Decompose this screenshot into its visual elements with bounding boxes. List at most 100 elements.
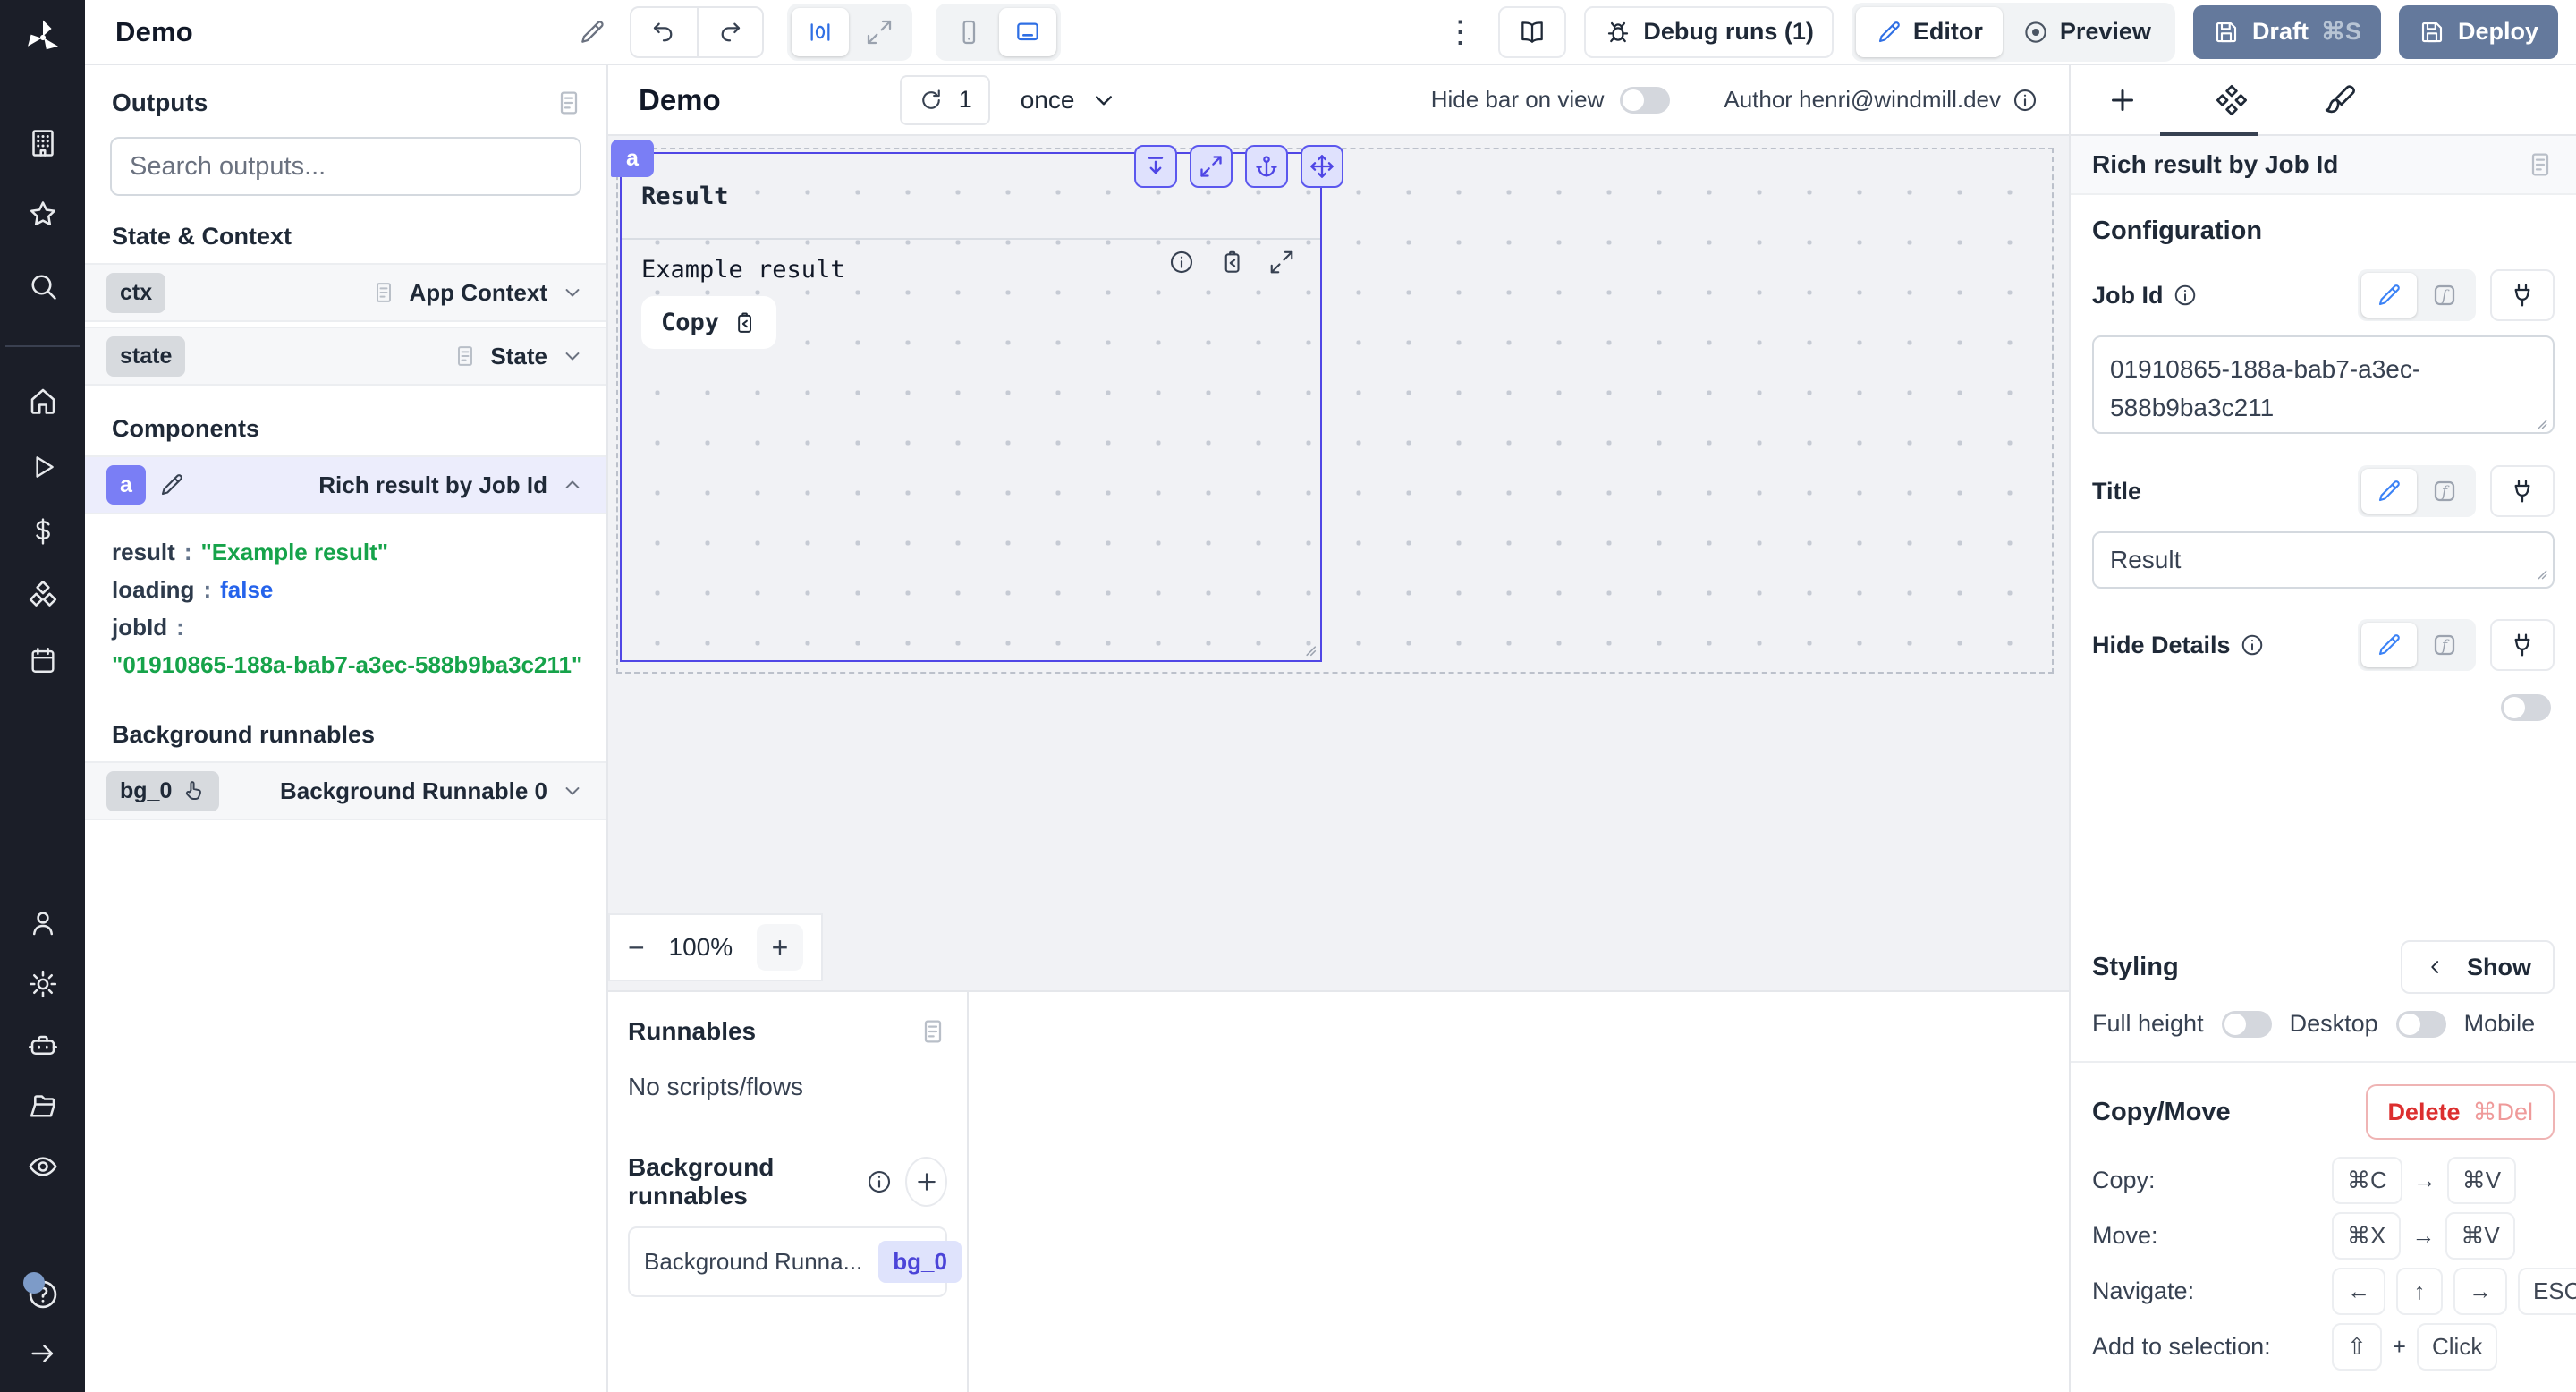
refresh-button[interactable]: 1 [899, 74, 990, 125]
zoom-in-button[interactable]: + [757, 924, 803, 971]
draft-label: Draft [2251, 18, 2309, 45]
more-menu-button[interactable]: ⋮ [1439, 14, 1480, 50]
favorites-icon[interactable] [0, 188, 85, 242]
docs-button[interactable] [1498, 5, 1567, 58]
settings-panel: Rich result by Job Id Configuration Job … [2069, 65, 2576, 1392]
app-grid-container[interactable]: a Result Example result Copy [611, 140, 2054, 674]
runs-icon[interactable] [0, 440, 85, 494]
info-icon[interactable] [866, 1168, 893, 1195]
rich-result-component[interactable]: a Result Example result Copy [611, 140, 1343, 662]
panel-doc-icon[interactable] [2526, 150, 2555, 179]
search-outputs-input[interactable] [130, 151, 562, 182]
eval-mode-button[interactable] [2417, 623, 2472, 667]
key-arrow-up: ↑ [2396, 1267, 2443, 1315]
static-mode-button[interactable] [2361, 469, 2417, 514]
desktop-view-button[interactable] [998, 7, 1056, 56]
eval-mode-button[interactable] [2417, 273, 2472, 318]
configuration-title: Configuration [2092, 216, 2263, 245]
bg0-row[interactable]: bg_0 Background Runnable 0 [85, 761, 606, 821]
info-icon[interactable] [2173, 283, 2198, 308]
arrow-separator: → [2412, 1166, 2436, 1193]
info-icon[interactable] [2012, 87, 2038, 114]
resources-icon[interactable] [0, 569, 85, 623]
background-runnable-item[interactable]: Background Runna... bg_0 [628, 1226, 962, 1297]
folders-icon[interactable] [0, 1079, 85, 1133]
draft-shortcut: ⌘S [2320, 18, 2361, 45]
full-width-layout-button[interactable] [851, 8, 908, 56]
edit-title-icon[interactable] [578, 18, 606, 47]
runnables-empty-text: No scripts/flows [628, 1073, 804, 1100]
chevron-down-icon[interactable] [560, 778, 585, 803]
variables-icon[interactable] [0, 505, 85, 558]
job-id-input[interactable]: 01910865-188a-bab7-a3ec-588b9ba3c211 [2092, 335, 2555, 434]
chevron-up-icon[interactable] [560, 472, 585, 497]
zoom-out-button[interactable]: − [628, 931, 645, 964]
centered-layout-button[interactable] [791, 7, 849, 56]
styling-show-button[interactable]: Show [2401, 940, 2555, 994]
workspace-icon[interactable] [0, 116, 85, 170]
static-mode-button[interactable] [2361, 623, 2417, 667]
workers-icon[interactable] [0, 1018, 85, 1072]
component-resize-handle[interactable] [1299, 639, 1318, 658]
background-runnables-title: Background runnables [112, 721, 376, 749]
title-input[interactable] [2092, 531, 2555, 589]
copy-result-button[interactable]: Copy [641, 296, 777, 349]
divider [2071, 1061, 2576, 1063]
move-handle[interactable] [1301, 145, 1343, 188]
global-styling-tab[interactable] [2316, 83, 2366, 117]
fullscreen-icon[interactable] [1268, 249, 1295, 276]
outputs-panel: Outputs State & Context ctx App Context … [85, 65, 608, 1392]
home-icon[interactable] [0, 374, 85, 428]
expand-down-handle[interactable] [1134, 145, 1177, 188]
mobile-view-button[interactable] [940, 8, 997, 56]
component-settings-tab[interactable] [2207, 83, 2257, 117]
help-icon[interactable] [0, 1268, 85, 1321]
hide-details-toggle[interactable] [2501, 694, 2551, 721]
desktop-toggle[interactable] [2395, 1010, 2446, 1038]
redo-button[interactable] [696, 7, 762, 56]
settings-icon[interactable] [0, 957, 85, 1011]
editor-tab[interactable]: Editor [1855, 6, 2003, 57]
delete-component-button[interactable]: Delete ⌘Del [2366, 1084, 2555, 1140]
copy-to-clipboard-icon[interactable] [1218, 249, 1245, 276]
anchor-handle[interactable] [1245, 145, 1288, 188]
app-sidebar [0, 0, 85, 1392]
undo-button[interactable] [631, 8, 697, 56]
info-icon[interactable] [2240, 632, 2265, 658]
expand-handle[interactable] [1190, 145, 1233, 188]
connect-button[interactable] [2490, 465, 2555, 517]
chevron-down-icon[interactable] [560, 280, 585, 305]
deploy-button[interactable]: Deploy [2398, 4, 2558, 59]
draft-button[interactable]: Draft ⌘S [2192, 4, 2381, 59]
debug-runs-button[interactable]: Debug runs (1) [1584, 5, 1834, 58]
users-icon[interactable] [0, 896, 85, 950]
audit-logs-icon[interactable] [0, 1140, 85, 1193]
search-icon[interactable] [0, 259, 85, 313]
insert-component-tab[interactable] [2097, 84, 2148, 116]
panel-doc-icon[interactable] [555, 89, 583, 117]
component-a-row[interactable]: a Rich result by Job Id [85, 455, 606, 514]
show-label: Show [2467, 953, 2531, 980]
static-mode-button[interactable] [2361, 273, 2417, 318]
add-background-runnable-button[interactable] [905, 1157, 947, 1207]
connect-button[interactable] [2490, 619, 2555, 671]
selected-component-title: Rich result by Job Id [2092, 150, 2339, 178]
full-height-toggle[interactable] [2221, 1010, 2272, 1038]
rename-component-icon[interactable] [158, 471, 185, 498]
run-mode-dropdown[interactable]: once [1021, 85, 1120, 115]
collapse-sidebar-icon[interactable] [0, 1327, 85, 1380]
connect-button[interactable] [2490, 269, 2555, 321]
windmill-logo[interactable] [0, 11, 85, 64]
eval-mode-button[interactable] [2417, 469, 2472, 514]
info-icon[interactable] [1168, 249, 1195, 276]
state-row[interactable]: state State [85, 327, 606, 386]
preview-tab[interactable]: Preview [2003, 7, 2171, 57]
chevron-down-icon[interactable] [560, 344, 585, 369]
preview-label: Preview [2059, 18, 2151, 45]
panel-doc-icon[interactable] [919, 1017, 947, 1046]
rail-divider [5, 345, 80, 347]
hide-bar-toggle[interactable] [1620, 86, 1671, 114]
ctx-row[interactable]: ctx App Context [85, 263, 606, 322]
prop-key: result [112, 539, 175, 565]
schedules-icon[interactable] [0, 633, 85, 687]
